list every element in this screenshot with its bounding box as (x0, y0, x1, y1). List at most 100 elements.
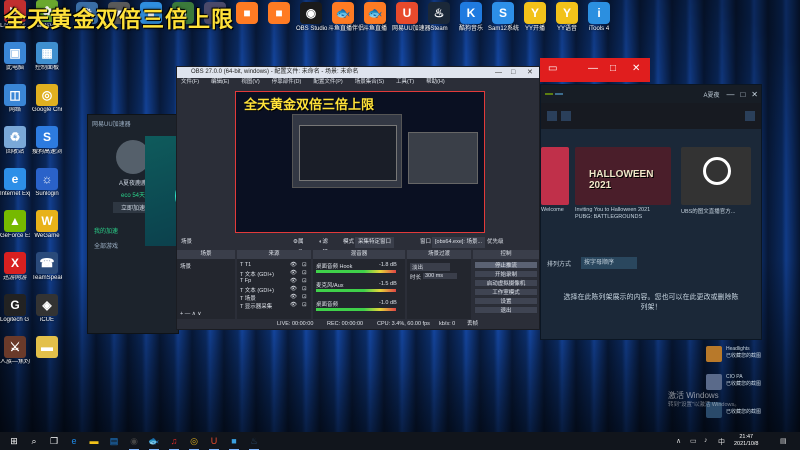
desktop-icon[interactable]: ☼ Sunlogin (32, 168, 62, 198)
nav-icon[interactable] (561, 111, 571, 121)
desktop-shortcut[interactable]: Y YY语音 (552, 2, 582, 33)
uu-icon[interactable]: U (208, 435, 220, 450)
steam-username[interactable]: A夏夜 (703, 90, 723, 99)
chrome-icon[interactable]: ◎ (188, 435, 200, 450)
desktop-icon[interactable]: ▬ (32, 336, 62, 359)
desktop-icon[interactable]: ◫ 网络 (0, 84, 30, 114)
desktop-icon[interactable]: G Logitech G HUB (0, 294, 30, 324)
lock-icon[interactable]: ⊡ (302, 262, 307, 268)
sort-select[interactable]: 按字母顺序 (581, 257, 637, 269)
obs-menu-item[interactable]: 工具(T) (396, 78, 414, 87)
task-view-icon[interactable]: ❐ (48, 435, 60, 447)
visibility-icon[interactable]: 👁 (290, 278, 297, 284)
desktop-icon[interactable]: S 搜狗高速浏览器 (32, 126, 62, 156)
desktop-shortcut[interactable]: ◉ OBS Studio (296, 2, 327, 33)
source-item[interactable]: T 文本 (GDI+) 👁 ⊡ (240, 286, 307, 294)
desktop-shortcut[interactable]: S Sam12系统 (488, 2, 519, 33)
visibility-icon[interactable]: 👁 (290, 286, 297, 292)
control-button[interactable]: 退出 (474, 306, 538, 314)
visibility-icon[interactable]: 👁 (290, 270, 297, 276)
duration-input[interactable]: 300 ms (423, 273, 457, 279)
obs-preview[interactable]: 全天黄金双倍三倍上限 (235, 91, 485, 233)
obs-menu-item[interactable]: 配置文件(P) (313, 78, 342, 87)
scenes-list[interactable]: 场景 + — ∧ ∨ (177, 259, 235, 319)
close-icon[interactable]: ✕ (527, 67, 533, 78)
desktop-icon[interactable]: e Internet Explorer (0, 168, 30, 198)
obs-menu-item[interactable]: 编辑(E) (211, 78, 229, 87)
explorer-icon[interactable]: ▬ (88, 435, 100, 447)
source-item[interactable]: T T1 👁 ⊡ (240, 262, 307, 268)
window-select[interactable]: [obs64.exe]: 场景... (432, 237, 486, 248)
desktop-icon[interactable]: ☎ TeamSpeak (32, 252, 62, 282)
desktop-icon[interactable]: ▣ 此电脑 (0, 42, 30, 72)
desktop-icon[interactable]: ◎ Google Chrome (32, 84, 62, 114)
obs-window[interactable]: OBS 27.0.0 (64-bit, windows) - 配置文件: 未命名… (176, 66, 540, 330)
source-item[interactable]: T 文本 (GDI+) 👁 ⊡ (240, 270, 307, 278)
properties-button[interactable]: ⚙ 属性 (293, 237, 303, 256)
network-icon[interactable]: ▭ (690, 437, 697, 445)
lock-icon[interactable]: ⊡ (302, 278, 307, 284)
obs-menu-item[interactable]: 视图(V) (241, 78, 259, 87)
volume-meter[interactable] (316, 308, 396, 311)
app-icon[interactable]: ■ (228, 435, 240, 450)
nav-icon[interactable] (547, 111, 557, 121)
netease-music-icon[interactable]: ♫ (168, 435, 180, 450)
control-button[interactable]: 设置 (474, 297, 538, 305)
obs-menu-item[interactable]: 场景集合(S) (355, 78, 384, 87)
notification-item[interactable]: Headlights 已收藏您的截图 (706, 346, 796, 366)
desktop-shortcut[interactable]: ■ (264, 2, 294, 26)
volume-meter[interactable] (316, 289, 396, 292)
search-icon[interactable]: ⌕ (28, 435, 40, 447)
desktop-icon[interactable]: ♻ 回收站 (0, 126, 30, 156)
desktop-shortcut[interactable]: 🐟 斗鱼直播伴侣 (328, 2, 364, 33)
control-button[interactable]: 工作室模式 (474, 288, 538, 296)
red-browser-window[interactable]: ▭ — □ ✕ (540, 58, 650, 82)
desktop-icon[interactable]: X 迅游网游 (0, 252, 30, 282)
steam-badge-blue[interactable] (555, 93, 563, 95)
shelf-tile[interactable]: HALLOWEEN 2021 (575, 147, 671, 205)
windows-start-icon[interactable]: ⊞ (8, 435, 20, 447)
lock-icon[interactable]: ⊡ (302, 294, 307, 300)
lock-icon[interactable]: ⊡ (302, 286, 307, 292)
transition-select[interactable]: 淡出 (410, 263, 450, 271)
mode-select[interactable]: 采集特定窗口 (355, 237, 395, 248)
scene-controls[interactable]: + — ∧ ∨ (180, 311, 201, 317)
desktop-icon[interactable]: ▦ 控制面板 (32, 42, 62, 72)
notification-item[interactable]: CIO PA 已收藏您的截图 (706, 374, 796, 394)
minimize-icon[interactable]: — (723, 90, 737, 99)
control-button[interactable]: 停止推流 (474, 261, 538, 269)
douyu-icon[interactable]: 🐟 (148, 435, 160, 450)
control-button[interactable]: 启动虚拟摄像机 (474, 279, 538, 287)
cast-icon[interactable]: ▭ (548, 63, 557, 74)
shelf-tile[interactable] (681, 147, 751, 205)
maximize-icon[interactable]: □ (511, 67, 515, 78)
desktop-icon[interactable]: ▲ GeForce Experience (0, 210, 30, 240)
obs-menu-item[interactable]: 停靠部件(D) (272, 78, 302, 87)
steam-window[interactable]: A夏夜 — □ ✕ HALLOWEEN 2021 Inviting You to… (540, 84, 762, 340)
source-item[interactable]: T 显示器采集 👁 ⊡ (240, 302, 307, 310)
volume-meter[interactable] (316, 270, 396, 273)
close-icon[interactable]: ✕ (632, 63, 640, 74)
desktop-shortcut[interactable]: U 网易UU加速器 (392, 2, 431, 33)
settings-icon[interactable] (745, 111, 755, 121)
lock-icon[interactable]: ⊡ (302, 302, 307, 308)
steam-icon[interactable]: ♨ (248, 435, 260, 450)
desktop-shortcut[interactable]: ♨ Steam (424, 2, 454, 33)
transitions-panel[interactable]: 淡出 时长 300 ms (407, 259, 471, 319)
source-item[interactable]: T 场景 👁 ⊡ (240, 294, 307, 302)
desktop-shortcut[interactable]: i iTools 4 (584, 2, 614, 33)
desktop-shortcut[interactable]: K 酷狗音乐 (456, 2, 486, 33)
desktop-shortcut[interactable]: 🐟 斗鱼直播 (360, 2, 390, 33)
desktop-shortcut[interactable]: Y YY开播 (520, 2, 550, 33)
obs-menu-item[interactable]: 文件(F) (181, 78, 199, 87)
steam-badge-green[interactable] (545, 93, 553, 95)
maximize-icon[interactable]: □ (737, 90, 748, 99)
audio-mixer[interactable]: 桌面音频 Hook -1.8 dB 麦克风/Aux -1.5 dB 桌面音频 -1.0 d… (313, 259, 405, 319)
obs-menu-item[interactable]: 帮助(H) (426, 78, 445, 87)
lock-icon[interactable]: ⊡ (302, 270, 307, 276)
obs-icon[interactable]: ◉ (128, 435, 140, 450)
filters-button[interactable]: ◐ 滤镜 (319, 237, 328, 256)
desktop-icon[interactable]: W WeGame (32, 210, 62, 240)
desktop-shortcut[interactable]: ■ (232, 2, 262, 26)
minimize-icon[interactable]: — (588, 63, 598, 74)
